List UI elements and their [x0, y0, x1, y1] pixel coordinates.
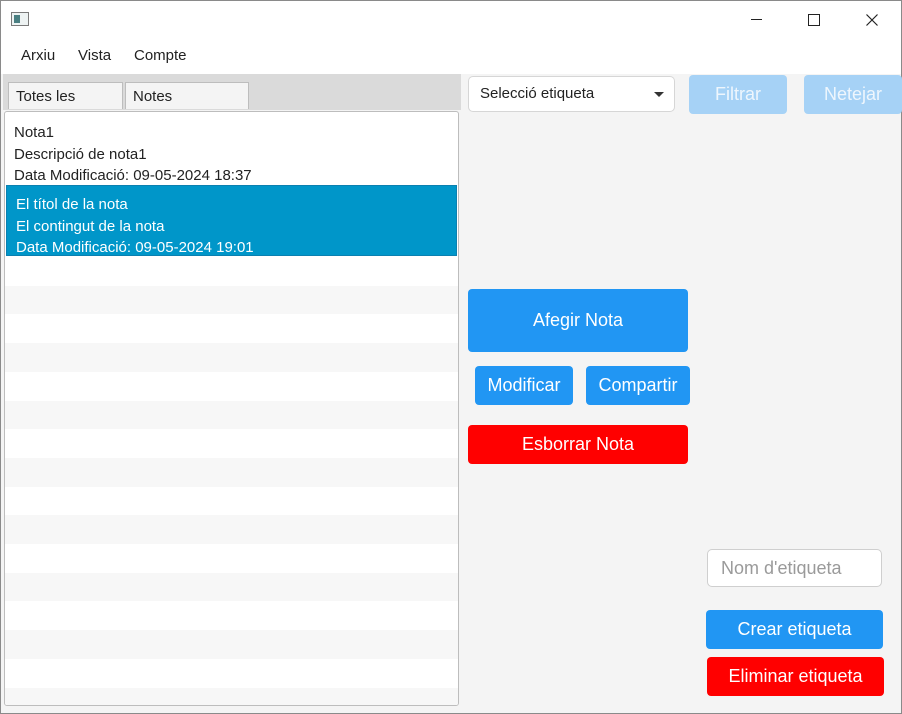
- empty-list-row: [5, 457, 458, 487]
- empty-list-row: [5, 572, 458, 602]
- tab-favorite-notes[interactable]: Notes preferides: [125, 82, 249, 132]
- note-title: Nota1: [14, 124, 55, 141]
- empty-list-row: [5, 285, 458, 315]
- tag-name-input[interactable]: [707, 549, 882, 587]
- note-description: Descripció de nota1: [14, 145, 147, 163]
- menu-arxiu[interactable]: Arxiu: [21, 47, 55, 64]
- filter-button[interactable]: Filtrar: [689, 75, 787, 114]
- empty-list-row: [5, 601, 458, 630]
- empty-list-row: [5, 515, 458, 544]
- maximize-button[interactable]: [785, 1, 843, 38]
- empty-list-row: [5, 487, 458, 516]
- modify-button[interactable]: Modificar: [475, 366, 573, 405]
- tag-select-value: Selecció etiqueta: [480, 85, 595, 102]
- delete-note-button[interactable]: Esborrar Nota: [468, 425, 688, 464]
- empty-list-row: [5, 343, 458, 372]
- note-description: El contingut de la nota: [16, 217, 165, 235]
- add-note-button[interactable]: Afegir Nota: [468, 289, 688, 352]
- tab-all-notes[interactable]: Totes les Notes: [8, 82, 123, 132]
- app-window: Arxiu Vista Compte Totes les Notes Notes…: [0, 0, 902, 714]
- note-modified-date: Data Modificació: 09-05-2024 19:01: [16, 239, 254, 256]
- chevron-down-icon: [654, 92, 664, 97]
- empty-list-row: [5, 687, 458, 705]
- empty-list-row: [5, 630, 458, 659]
- empty-list-row: [5, 372, 458, 401]
- clear-button[interactable]: Netejar: [804, 75, 902, 114]
- minimize-button[interactable]: [727, 1, 785, 38]
- notes-list[interactable]: Nota1 Descripció de nota1 Data Modificac…: [4, 111, 459, 706]
- minimize-icon: [750, 19, 762, 20]
- empty-list-row: [5, 659, 458, 688]
- tab-header: Totes les Notes Notes preferides: [3, 74, 461, 132]
- menu-compte[interactable]: Compte: [134, 47, 187, 64]
- tag-select[interactable]: Selecció etiqueta: [469, 77, 674, 111]
- empty-list-row: [5, 544, 458, 573]
- menu-bar: Arxiu Vista Compte: [1, 38, 901, 74]
- share-button[interactable]: Compartir: [586, 366, 690, 405]
- app-window-icon: [11, 12, 29, 26]
- create-tag-button[interactable]: Crear etiqueta: [706, 610, 883, 649]
- close-icon: [866, 13, 878, 26]
- note-list-item[interactable]: Nota1 Descripció de nota1 Data Modificac…: [5, 114, 458, 185]
- title-bar: [1, 1, 901, 38]
- empty-list-row: [5, 257, 458, 286]
- note-title: El títol de la nota: [16, 196, 128, 213]
- note-modified-date: Data Modificació: 09-05-2024 18:37: [14, 167, 252, 184]
- close-button[interactable]: [843, 1, 901, 38]
- menu-vista[interactable]: Vista: [78, 47, 111, 64]
- maximize-icon: [808, 13, 820, 26]
- empty-list-row: [5, 400, 458, 430]
- remove-tag-button[interactable]: Eliminar etiqueta: [707, 657, 884, 696]
- empty-list-row: [5, 429, 458, 458]
- note-list-item-selected[interactable]: El títol de la nota El contingut de la n…: [6, 185, 457, 256]
- empty-list-row: [5, 314, 458, 343]
